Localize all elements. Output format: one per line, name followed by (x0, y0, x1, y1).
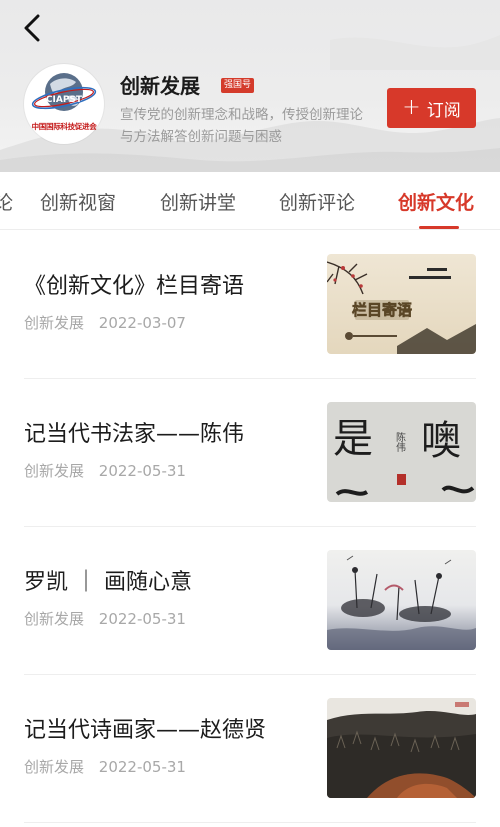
article-item[interactable]: 《创新文化》栏目寄语 创新发展 2022-03-07 栏目寄语 (0, 230, 500, 378)
svg-text:CIAPST: CIAPST (46, 95, 83, 105)
channel-badge: 强国号 (221, 78, 255, 93)
article-item[interactable]: 记当代书法家——陈伟 创新发展 2022-05-31 是 噢 陈伟 (0, 378, 500, 526)
tab-innovation-review[interactable]: 创新评论 (279, 188, 355, 215)
tab-bar: 论 创新视窗 创新讲堂 创新评论 创新文化 (0, 172, 500, 230)
article-meta: 创新发展 2022-05-31 (24, 460, 186, 481)
article-thumbnail (327, 550, 476, 650)
channel-logo: CIAPST 中国国际科技促进会 (24, 64, 104, 144)
article-source: 创新发展 (24, 758, 85, 776)
article-thumbnail: 是 噢 陈伟 (327, 402, 476, 502)
article-source: 创新发展 (24, 462, 85, 480)
active-tab-indicator (419, 226, 459, 229)
calligraphy-char-2: 噢 (421, 418, 461, 464)
article-title: 《创新文化》栏目寄语 (24, 274, 245, 299)
subscribe-button[interactable]: + 订阅 (387, 88, 476, 128)
article-source: 创新发展 (24, 610, 85, 628)
plus-icon: + (402, 95, 421, 120)
article-meta: 创新发展 2022-05-31 (24, 608, 186, 629)
article-thumbnail (327, 698, 476, 798)
article-date: 2022-03-07 (98, 314, 186, 332)
article-item[interactable]: 记当代诗画家——赵德贤 创新发展 2022-05-31 (0, 674, 500, 822)
article-source: 创新发展 (24, 314, 85, 332)
list-divider (24, 822, 476, 823)
article-date: 2022-05-31 (98, 610, 186, 628)
back-button[interactable] (16, 12, 48, 44)
article-thumbnail: 栏目寄语 (327, 254, 476, 354)
calligraphy-char-1: 是 (333, 416, 373, 462)
article-meta: 创新发展 2022-05-31 (24, 756, 186, 777)
logo-caption: 中国国际科技促进会 (31, 122, 97, 131)
subscribe-label: 订阅 (426, 100, 461, 121)
article-meta: 创新发展 2022-03-07 (24, 312, 186, 333)
article-item[interactable]: 罗凯 ｜ 画随心意 创新发展 2022-05-31 (0, 526, 500, 674)
tab-innovation-culture[interactable]: 创新文化 (398, 188, 474, 215)
channel-description: 宣传党的创新理念和战略，传授创新理论与方法解答创新问题与困惑 (120, 107, 363, 145)
article-title: 罗凯 ｜ 画随心意 (24, 570, 192, 595)
article-title: 记当代书法家——陈伟 (24, 422, 245, 447)
channel-header: CIAPST 中国国际科技促进会 创新发展 强国号 宣传党的创新理念和战略，传授… (0, 0, 500, 172)
channel-title: 创新发展 (120, 74, 200, 98)
tab-partial[interactable]: 论 (0, 188, 13, 215)
thumbnail-caption: 栏目寄语 (352, 301, 412, 319)
article-date: 2022-05-31 (98, 758, 186, 776)
globe-logo-icon: CIAPST (31, 73, 97, 111)
tab-innovation-lecture[interactable]: 创新讲堂 (160, 188, 236, 215)
article-title: 记当代诗画家——赵德贤 (24, 718, 267, 743)
article-date: 2022-05-31 (98, 462, 186, 480)
calligraphy-signature: 陈伟 (394, 431, 406, 453)
chevron-left-icon (24, 14, 40, 42)
tab-innovation-window[interactable]: 创新视窗 (40, 188, 116, 215)
